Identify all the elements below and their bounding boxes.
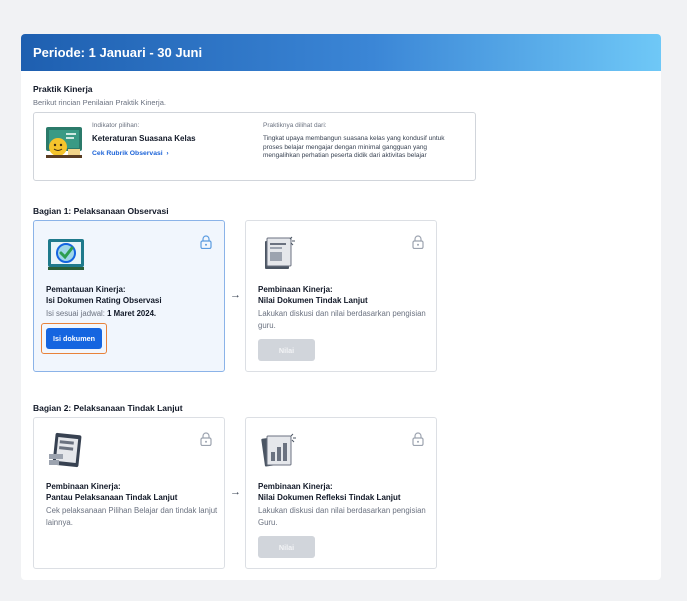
main-panel: Periode: 1 Januari - 30 Juni Praktik Kin… (21, 34, 661, 580)
card-title-line1: Pembinaan Kinerja: (258, 285, 333, 294)
chevron-right-icon: › (164, 150, 169, 157)
seen-description: Tingkat upaya membangun suasana kelas ya… (263, 135, 445, 160)
observation-checklist-icon (48, 239, 84, 270)
card-title-line1: Pembinaan Kinerja: (258, 482, 333, 491)
card-title-line2: Pantau Pelaksanaan Tindak Lanjut (46, 493, 178, 502)
card-title-line1: Pembinaan Kinerja: (46, 482, 121, 491)
practice-info-box: Indikator pilihan: Keteraturan Suasana K… (33, 112, 476, 181)
follow-up-document-card: Pembinaan Kinerja: Nilai Dokumen Tindak … (245, 220, 437, 372)
observation-rating-card: Pemantauan Kinerja: Isi Dokumen Rating O… (33, 220, 225, 372)
classroom-illustration-icon (46, 127, 82, 158)
part2-title: Bagian 2: Pelaksanaan Tindak Lanjut (33, 403, 183, 413)
schedule-date: 1 Maret 2024. (107, 309, 157, 318)
lock-icon (200, 432, 212, 446)
document-review-icon (265, 236, 295, 269)
card-description: Cek pelaksanaan Pilihan Belajar dan tind… (46, 506, 218, 527)
card-title-line2: Nilai Dokumen Refleksi Tindak Lanjut (258, 493, 401, 502)
period-title: Periode: 1 Januari - 30 Juni (33, 45, 203, 60)
schedule-text: Isi sesuai jadwal: 1 Maret 2024. (46, 308, 218, 320)
rubric-link[interactable]: Cek Rubrik Observasi › (92, 150, 169, 157)
practice-subtitle: Berikut rincian Penilaian Praktik Kinerj… (33, 98, 166, 107)
arrow-right-icon: → (230, 289, 241, 301)
card-description: Lakukan diskusi dan nilai berdasarkan pe… (258, 309, 426, 330)
lock-icon (412, 432, 424, 446)
monitor-follow-up-card: Pembinaan Kinerja: Pantau Pelaksanaan Ti… (33, 417, 225, 569)
lock-icon (200, 235, 212, 249)
rate-button-disabled[interactable]: Nilai (258, 339, 315, 361)
card-title-line2: Isi Dokumen Rating Observasi (46, 296, 162, 305)
period-header: Periode: 1 Januari - 30 Juni (21, 34, 661, 71)
practice-title: Praktik Kinerja (33, 84, 93, 94)
card-description: Lakukan diskusi dan nilai berdasarkan pe… (258, 506, 426, 527)
indicator-label: Indikator pilihan: (92, 122, 140, 129)
tablet-monitoring-icon (49, 432, 82, 468)
arrow-right-icon: → (230, 486, 241, 498)
indicator-value: Keteraturan Suasana Kelas (92, 134, 196, 143)
part1-title: Bagian 1: Pelaksanaan Observasi (33, 206, 169, 216)
card-title-line1: Pemantauan Kinerja: (46, 285, 126, 294)
card-title-line2: Nilai Dokumen Tindak Lanjut (258, 296, 368, 305)
seen-label: Praktiknya dilihat dari: (263, 122, 327, 129)
reflection-document-card: Pembinaan Kinerja: Nilai Dokumen Refleks… (245, 417, 437, 569)
rate-button-disabled[interactable]: Nilai (258, 536, 315, 558)
chart-document-icon (261, 433, 296, 467)
lock-icon (412, 235, 424, 249)
rubric-link-label: Cek Rubrik Observasi (92, 150, 163, 157)
schedule-prefix: Isi sesuai jadwal: (46, 309, 108, 318)
fill-document-button[interactable]: Isi dokumen (46, 328, 102, 349)
